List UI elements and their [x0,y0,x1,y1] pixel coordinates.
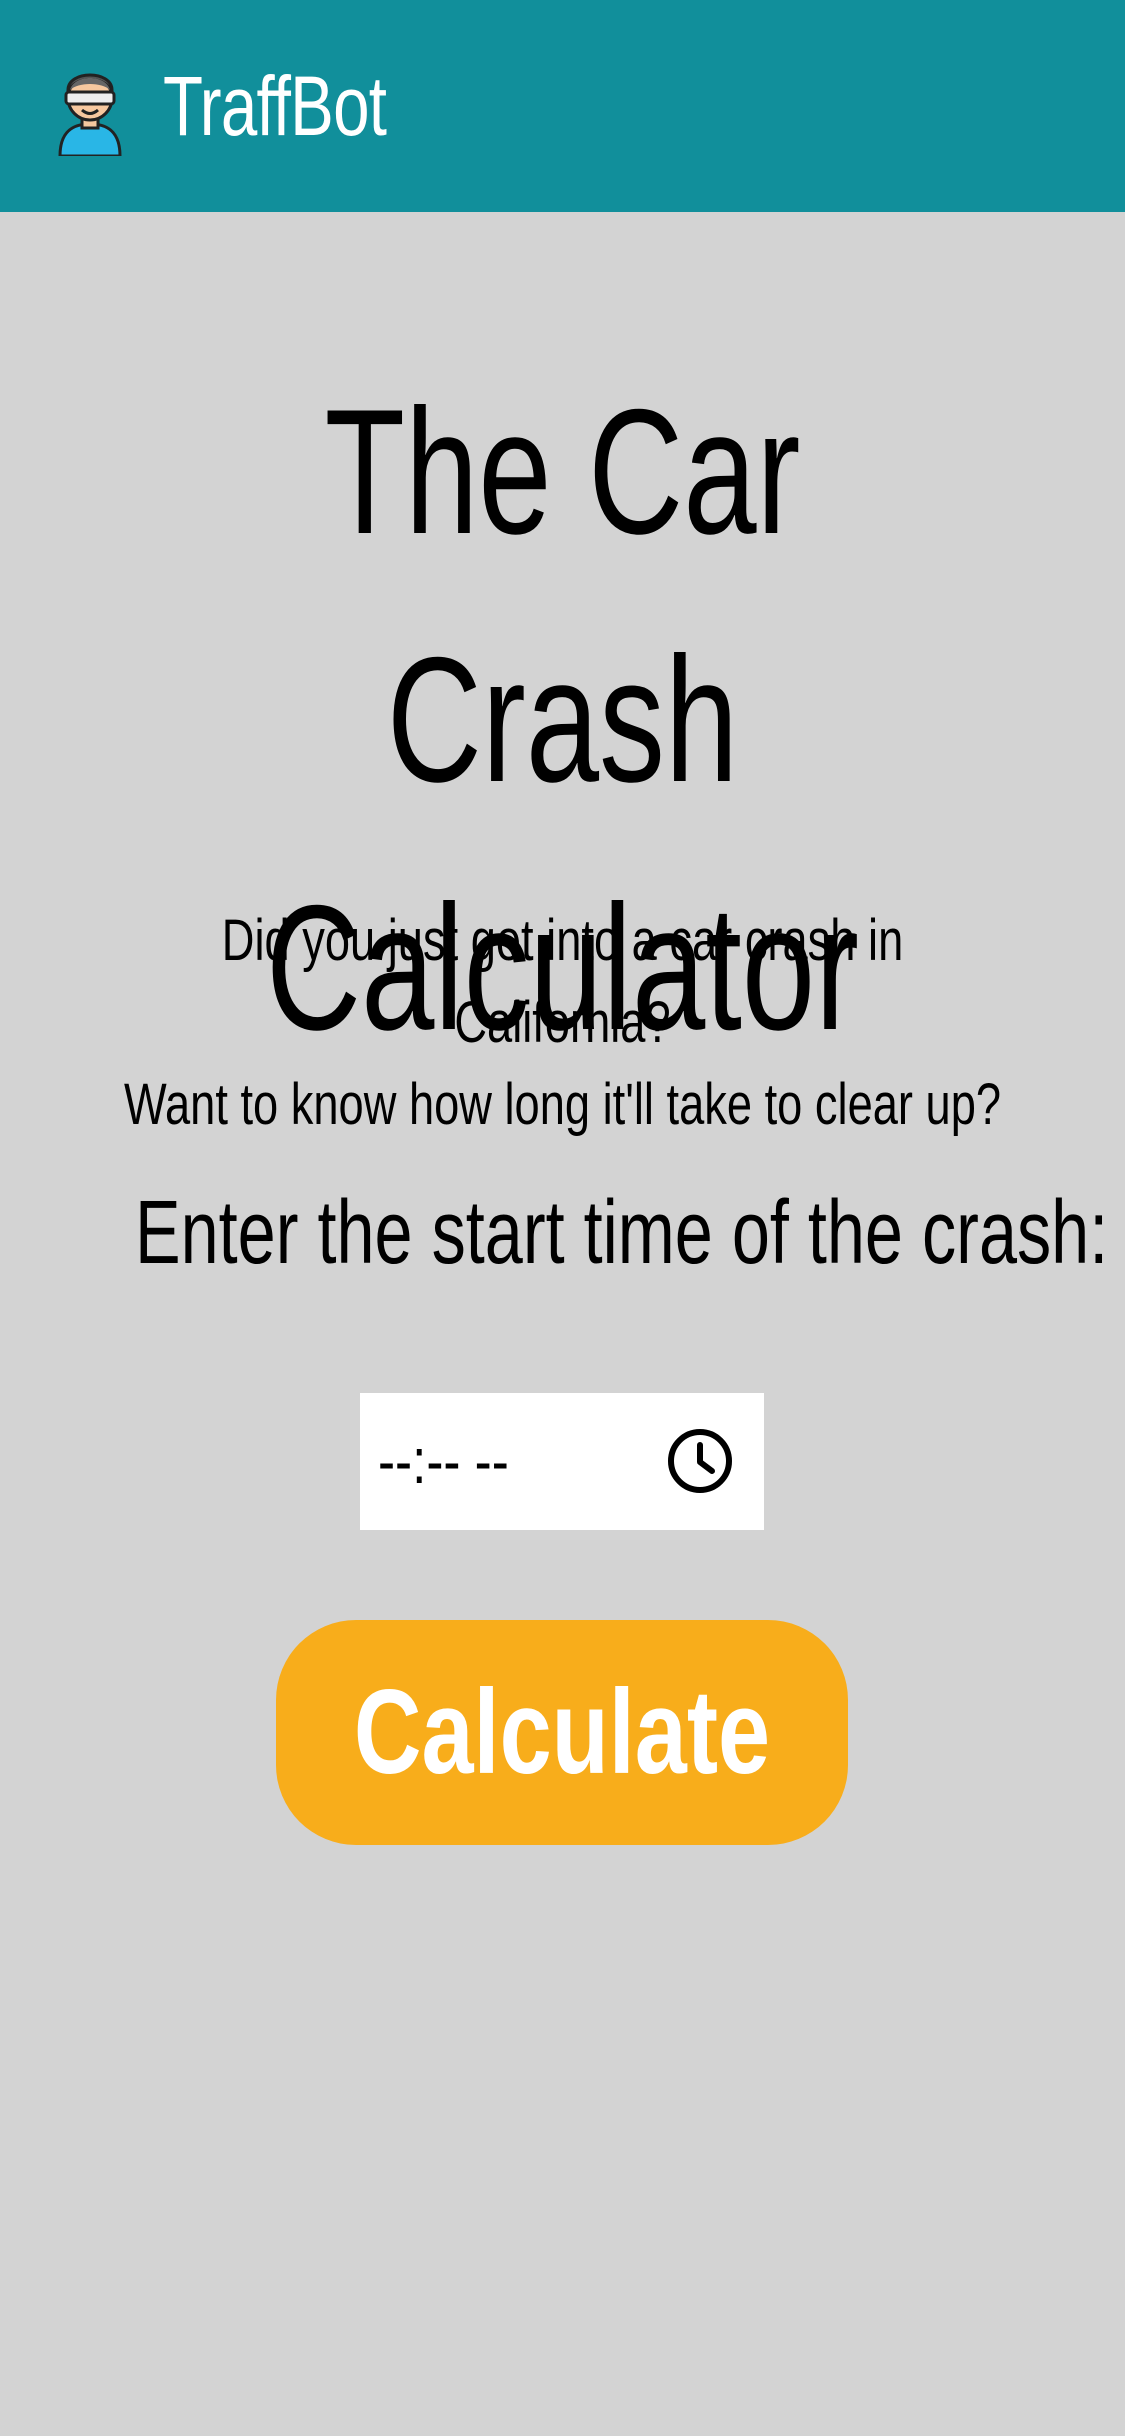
subtitle-line-2: Want to know how long it'll take to clea… [123,1072,1002,1137]
clock-icon[interactable] [664,1425,736,1497]
start-time-prompt: Enter the start time of the crash: [135,1183,1109,1283]
robot-avatar-icon[interactable] [54,60,126,158]
time-input-value: --:-- -- [378,1425,509,1497]
page-title-line-1: The Car Crash [324,372,801,819]
calculate-button-label: Calculate [353,1665,771,1799]
app-brand-name[interactable]: TraffBot [163,58,387,154]
calculate-button[interactable]: Calculate [276,1620,848,1845]
subtitle-line-1: Did you just get into a car crash in Cal… [221,908,904,1055]
crash-start-time-input[interactable]: --:-- -- [360,1393,764,1530]
app-header: TraffBot [0,0,1125,212]
page-subtitle: Did you just get into a car crash in Cal… [124,900,1002,1146]
